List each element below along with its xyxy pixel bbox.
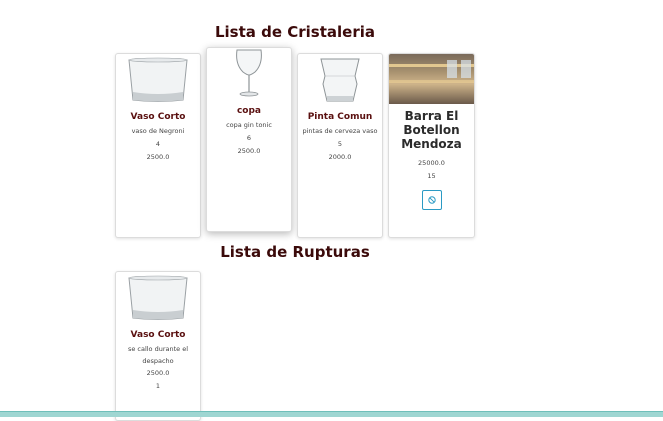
card-description: copa gin tonic xyxy=(226,121,272,129)
rupturas-title: Lista de Rupturas xyxy=(220,243,370,261)
short-glass-icon xyxy=(116,272,200,322)
card-title: Pinta Comun xyxy=(307,112,373,122)
glass-card[interactable]: Vaso Corto vaso de Negroni 4 2500.0 xyxy=(115,53,201,238)
card-quantity: 4 xyxy=(155,140,161,148)
cristaleria-title: Lista de Cristaleria xyxy=(214,23,376,41)
short-glass-icon xyxy=(116,54,200,104)
card-title: Barra El Botellon Mendoza xyxy=(401,109,462,151)
card-price: 2500.0 xyxy=(146,369,170,377)
card-description: vaso de Negroni xyxy=(131,127,185,135)
card-price: 2000.0 xyxy=(328,153,352,161)
bottom-bar xyxy=(0,411,663,417)
delete-button[interactable] xyxy=(421,190,442,210)
bar-card[interactable]: Barra El Botellon Mendoza 25000.0 15 xyxy=(388,53,475,238)
card-quantity: 15 xyxy=(427,172,436,180)
breakage-card[interactable]: Vaso Corto se callo durante el despacho … xyxy=(115,271,201,421)
bar-photo xyxy=(389,54,474,104)
card-description: se callo durante el despacho xyxy=(127,345,189,365)
card-price: 2500.0 xyxy=(237,147,261,155)
card-title: Vaso Corto xyxy=(130,330,186,340)
card-quantity: 6 xyxy=(246,134,252,142)
card-title: Vaso Corto xyxy=(130,112,186,122)
glass-card[interactable]: Pinta Comun pintas de cerveza vaso 5 200… xyxy=(297,53,383,238)
card-price: 2500.0 xyxy=(146,153,170,161)
card-quantity: 1 xyxy=(155,382,161,390)
ban-icon xyxy=(427,196,436,204)
wine-glass-icon xyxy=(207,48,291,98)
glass-card[interactable]: copa copa gin tonic 6 2500.0 xyxy=(206,47,292,232)
card-title: copa xyxy=(236,106,262,116)
card-description: pintas de cerveza vaso xyxy=(302,127,378,135)
pint-glass-icon xyxy=(298,54,382,104)
card-quantity: 5 xyxy=(337,140,343,148)
card-price: 25000.0 xyxy=(418,159,445,167)
